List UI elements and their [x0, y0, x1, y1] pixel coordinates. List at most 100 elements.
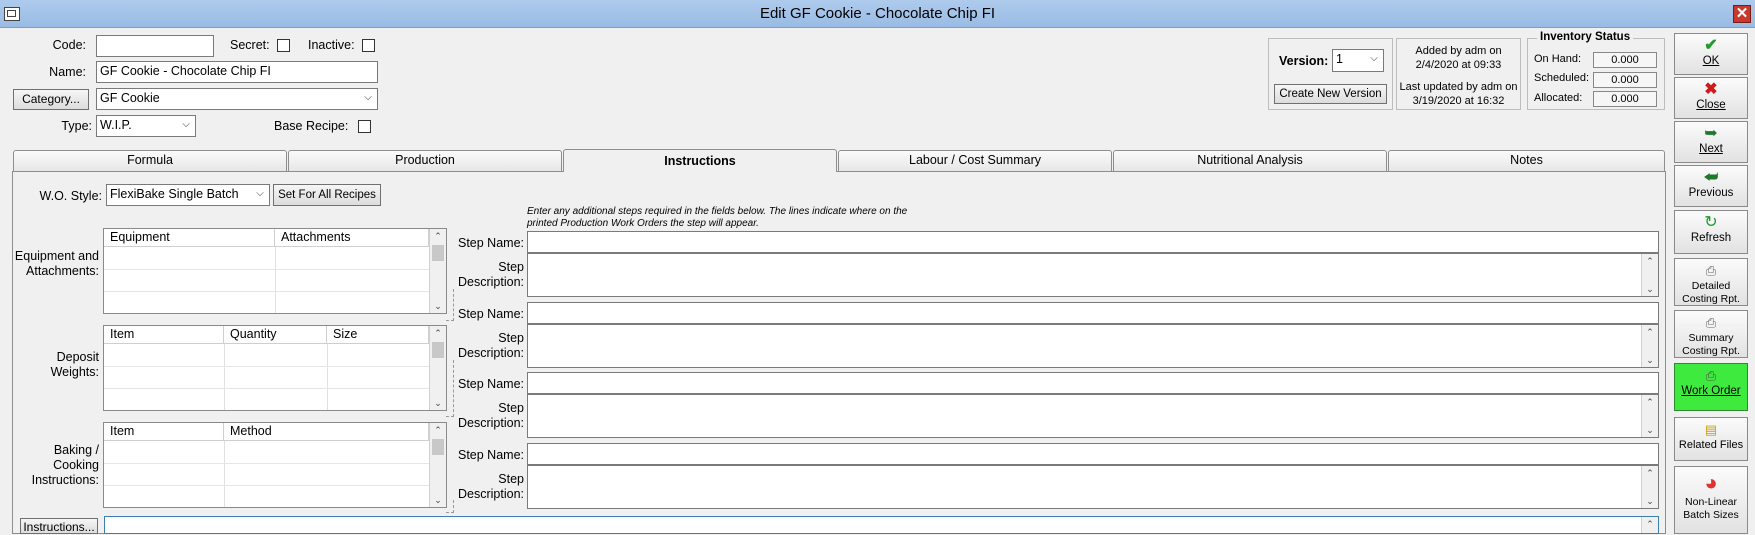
- step-description-label: Step Description:: [458, 472, 524, 501]
- tab-labour-cost-summary[interactable]: Labour / Cost Summary: [838, 150, 1112, 171]
- scroll-down-icon[interactable]: ⌄: [430, 493, 446, 507]
- related-files-label: Related Files: [1678, 439, 1744, 451]
- equipment-grid[interactable]: Equipment Attachments ⌃ ⌄: [103, 228, 447, 314]
- tab-formula[interactable]: Formula: [13, 150, 287, 171]
- step-name-label: Step Name:: [457, 377, 524, 391]
- scroll-up-icon[interactable]: ⌃: [1642, 517, 1658, 531]
- instructions-text-input[interactable]: ⌃: [104, 516, 1659, 534]
- printer-icon: ⎙: [1705, 315, 1717, 330]
- summary-costing-label: Summary Costing Rpt.: [1682, 332, 1740, 357]
- instructions-button[interactable]: Instructions...: [20, 518, 98, 534]
- name-input[interactable]: GF Cookie - Chocolate Chip FI: [96, 61, 378, 83]
- baking-grid[interactable]: Item Method ⌃ ⌄: [103, 422, 447, 508]
- secret-checkbox[interactable]: [277, 39, 290, 52]
- step-3-description-input[interactable]: ⌃ ⌄: [527, 394, 1659, 438]
- step-2-description-input[interactable]: ⌃ ⌄: [527, 324, 1659, 368]
- next-icon: ➥: [1704, 125, 1718, 142]
- create-new-version-button[interactable]: Create New Version: [1274, 84, 1387, 104]
- secret-label: Secret:: [230, 38, 270, 52]
- step-2-name-input[interactable]: [527, 302, 1659, 324]
- step-2-scrollbar[interactable]: ⌃ ⌄: [1641, 325, 1658, 367]
- item-col-header[interactable]: Item: [104, 423, 224, 441]
- step-4-description-input[interactable]: ⌃ ⌄: [527, 465, 1659, 509]
- step-1-scrollbar[interactable]: ⌃ ⌄: [1641, 254, 1658, 296]
- scroll-up-icon[interactable]: ⌃: [430, 229, 446, 243]
- step-4-scrollbar[interactable]: ⌃ ⌄: [1641, 466, 1658, 508]
- base-recipe-checkbox[interactable]: [358, 120, 371, 133]
- base-recipe-label: Base Recipe:: [274, 119, 349, 133]
- next-label: Next: [1699, 143, 1723, 155]
- detailed-costing-label: Detailed Costing Rpt.: [1682, 280, 1740, 305]
- step-description-label: Step Description:: [458, 401, 524, 430]
- wo-style-select[interactable]: FlexiBake Single Batch ⌵: [106, 184, 270, 206]
- added-info: Added by adm on 2/4/2020 at 09:33: [1396, 44, 1521, 72]
- step-name-label: Step Name:: [457, 307, 524, 321]
- scheduled-value: 0.000: [1593, 72, 1657, 88]
- printer-icon: ⎙: [1705, 368, 1717, 383]
- code-input[interactable]: [96, 35, 214, 57]
- scroll-up-icon[interactable]: ⌃: [430, 326, 446, 340]
- refresh-icon: ↻: [1704, 214, 1718, 231]
- close-label: Close: [1696, 99, 1726, 111]
- work-order-button[interactable]: ⎙ Work Order: [1674, 363, 1748, 411]
- category-button[interactable]: Category...: [13, 89, 89, 110]
- quantity-col-header[interactable]: Quantity: [224, 326, 327, 344]
- work-order-label: Work Order: [1681, 385, 1741, 397]
- next-button[interactable]: ➥ Next: [1674, 121, 1748, 163]
- previous-button[interactable]: ⮨ Previous: [1674, 165, 1748, 207]
- deposit-scrollbar[interactable]: ⌃ ⌄: [429, 326, 446, 410]
- scroll-up-icon[interactable]: ⌃: [430, 423, 446, 437]
- printer-icon: ⎙: [1705, 263, 1717, 278]
- equipment-col-header[interactable]: Equipment: [104, 229, 275, 247]
- scroll-down-icon[interactable]: ⌄: [430, 299, 446, 313]
- attachments-col-header[interactable]: Attachments: [275, 229, 429, 247]
- deposit-weights-grid[interactable]: Item Quantity Size ⌃ ⌄: [103, 325, 447, 411]
- tab-notes[interactable]: Notes: [1388, 150, 1665, 171]
- inactive-checkbox[interactable]: [362, 39, 375, 52]
- step-3-name-input[interactable]: [527, 372, 1659, 394]
- ok-button[interactable]: ✔ OK: [1674, 33, 1748, 75]
- close-button[interactable]: ✖ Close: [1674, 77, 1748, 119]
- step-4-name-input[interactable]: [527, 443, 1659, 465]
- scroll-down-icon[interactable]: ⌄: [1642, 423, 1658, 437]
- scroll-up-icon[interactable]: ⌃: [1642, 395, 1658, 409]
- detailed-costing-report-button[interactable]: ⎙ Detailed Costing Rpt.: [1674, 258, 1748, 306]
- scroll-up-icon[interactable]: ⌃: [1642, 254, 1658, 268]
- scroll-down-icon[interactable]: ⌄: [1642, 353, 1658, 367]
- allocated-value: 0.000: [1593, 91, 1657, 107]
- equipment-label: Equipment and Attachments:: [14, 249, 99, 278]
- step-3-scrollbar[interactable]: ⌃ ⌄: [1641, 395, 1658, 437]
- scroll-down-icon[interactable]: ⌄: [1642, 282, 1658, 296]
- added-date-text: 2/4/2020 at 09:33: [1415, 59, 1502, 71]
- size-col-header[interactable]: Size: [327, 326, 429, 344]
- refresh-button[interactable]: ↻ Refresh: [1674, 210, 1748, 254]
- related-files-button[interactable]: ▤ Related Files: [1674, 417, 1748, 461]
- folder-icon: ▤: [1704, 422, 1718, 437]
- category-select[interactable]: GF Cookie ⌵: [96, 88, 378, 110]
- scroll-up-icon[interactable]: ⌃: [1642, 466, 1658, 480]
- set-for-all-recipes-button[interactable]: Set For All Recipes: [273, 184, 381, 206]
- tab-nutritional-analysis[interactable]: Nutritional Analysis: [1113, 150, 1387, 171]
- method-col-header[interactable]: Method: [224, 423, 429, 441]
- step-1-description-input[interactable]: ⌃ ⌄: [527, 253, 1659, 297]
- tab-instructions[interactable]: Instructions: [563, 149, 837, 172]
- version-select[interactable]: 1 ⌵: [1332, 49, 1384, 72]
- type-select[interactable]: W.I.P. ⌵: [96, 115, 196, 137]
- instructions-scrollbar[interactable]: ⌃: [1641, 517, 1658, 533]
- step-description-label: Step Description:: [458, 260, 524, 289]
- ok-label: OK: [1702, 55, 1720, 67]
- baking-scrollbar[interactable]: ⌃ ⌄: [429, 423, 446, 507]
- tab-production[interactable]: Production: [288, 150, 562, 171]
- inactive-label: Inactive:: [308, 38, 355, 52]
- scroll-down-icon[interactable]: ⌄: [430, 396, 446, 410]
- equipment-scrollbar[interactable]: ⌃ ⌄: [429, 229, 446, 313]
- step-1-name-input[interactable]: [527, 231, 1659, 253]
- previous-icon: ⮨: [1703, 169, 1719, 186]
- item-col-header[interactable]: Item: [104, 326, 224, 344]
- summary-costing-report-button[interactable]: ⎙ Summary Costing Rpt.: [1674, 310, 1748, 358]
- scroll-down-icon[interactable]: ⌄: [1642, 494, 1658, 508]
- non-linear-batch-sizes-button[interactable]: ◕ Non-Linear Batch Sizes: [1674, 466, 1748, 534]
- window-close-button[interactable]: ✕: [1733, 5, 1751, 23]
- on-hand-value: 0.000: [1593, 52, 1657, 68]
- scroll-up-icon[interactable]: ⌃: [1642, 325, 1658, 339]
